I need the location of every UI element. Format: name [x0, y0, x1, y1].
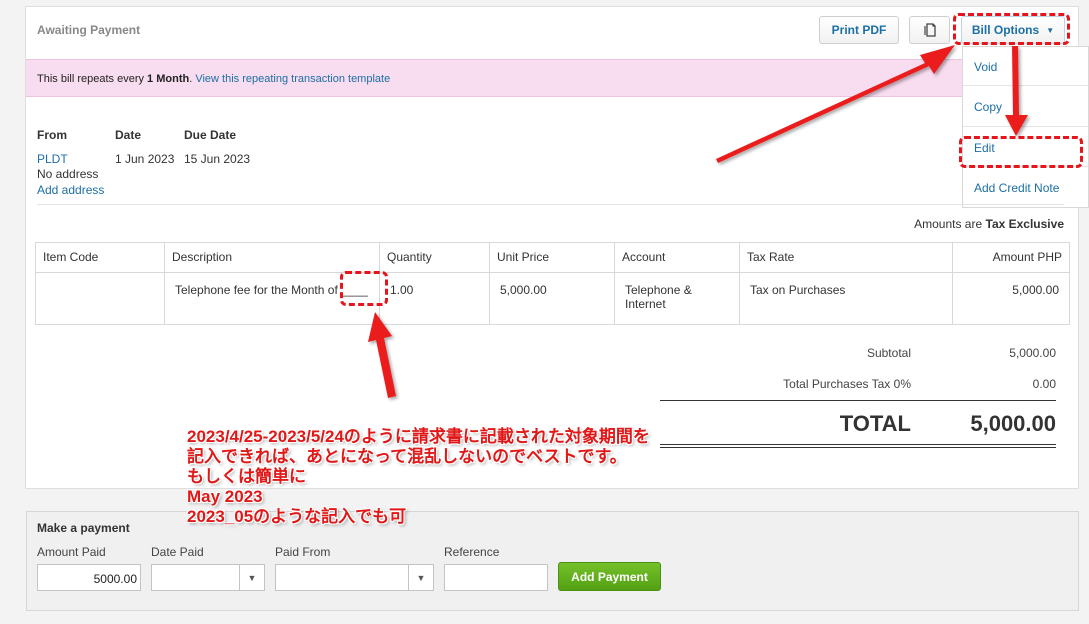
annotation-line: 記入できれば、あとになって混乱しないのでベストです。 [187, 447, 627, 466]
annotation-arrows [368, 45, 1028, 398]
arrow-to-bill-options [716, 45, 955, 163]
annotation-line: 2023_05のような記入でも可 [187, 507, 407, 526]
annotation-line: 2023/4/25-2023/5/24のように請求書に記載された対象期間を [187, 427, 650, 446]
annotation-line: May 2023 [187, 487, 263, 506]
annotation-line: もしくは簡単に [187, 467, 306, 486]
annotation-text: 2023/4/25-2023/5/24のように請求書に記載された対象期間を 記入… [187, 427, 650, 527]
arrow-to-edit [1005, 46, 1028, 136]
arrow-to-description [368, 312, 396, 398]
